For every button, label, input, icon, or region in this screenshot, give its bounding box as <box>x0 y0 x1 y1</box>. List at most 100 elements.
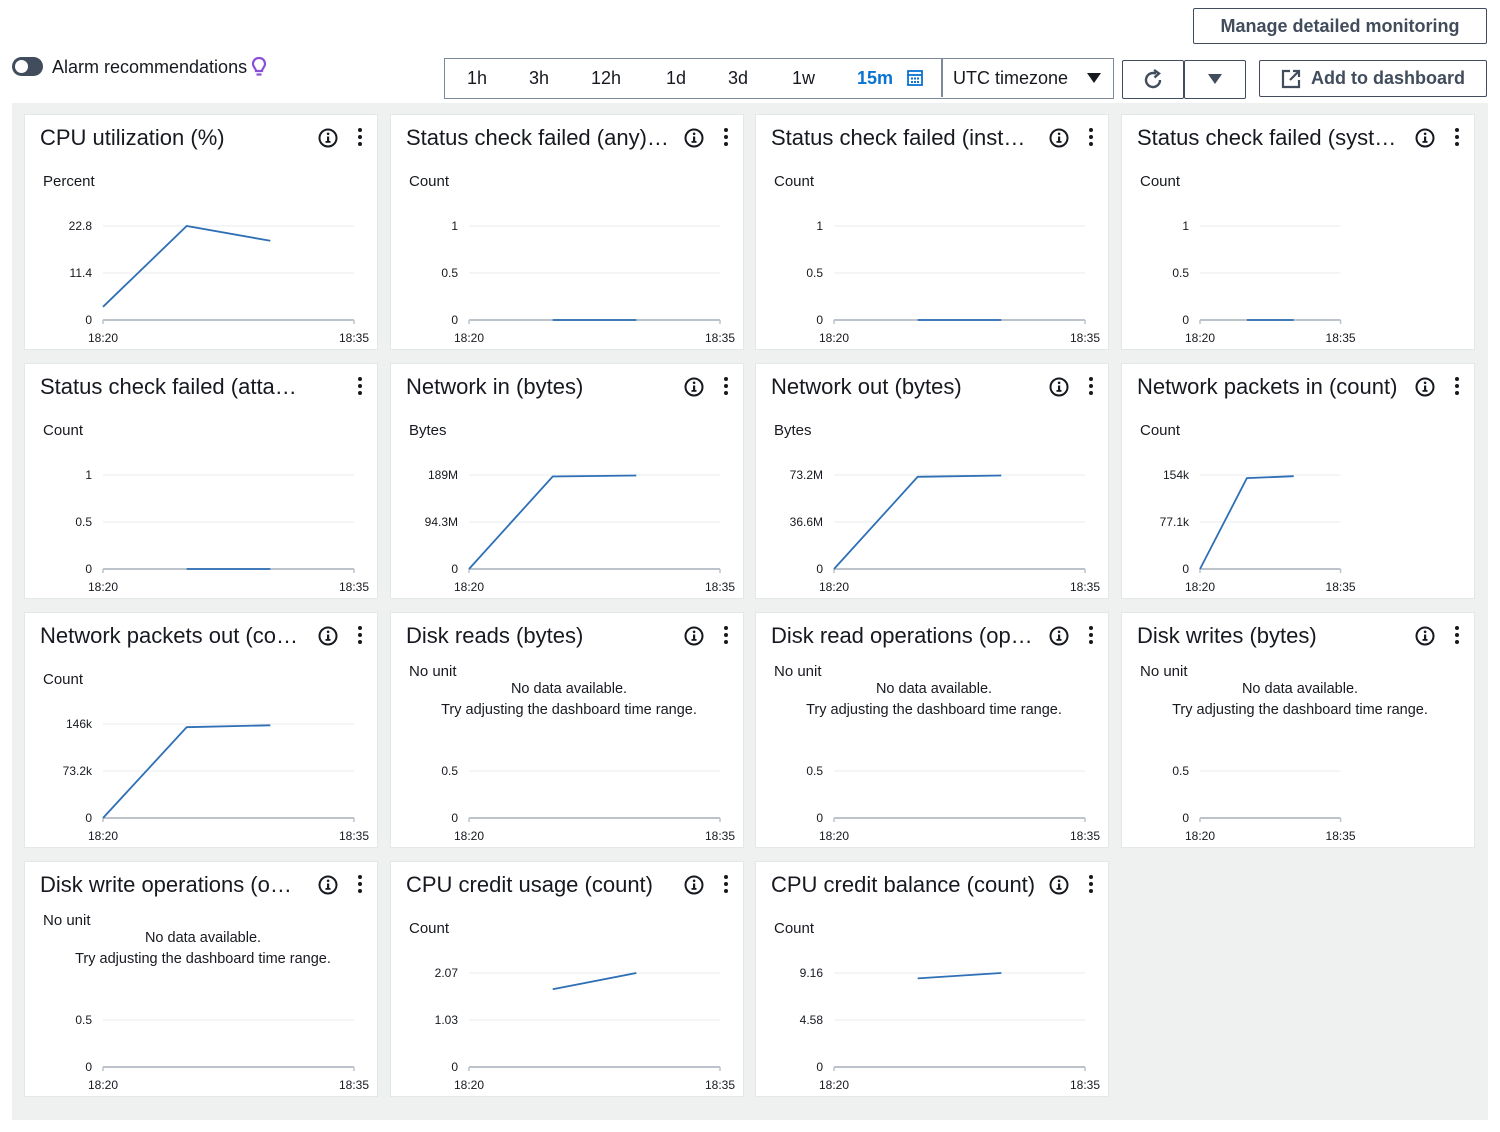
y-tick-label: 0.5 <box>1172 764 1189 778</box>
x-tick-label: 18:35 <box>339 331 369 345</box>
x-tick-label: 18:20 <box>88 331 118 345</box>
refresh-options-button[interactable] <box>1184 60 1246 99</box>
y-tick-label: 2.07 <box>435 966 459 980</box>
calendar-icon[interactable] <box>907 70 923 86</box>
y-tick-label: 36.6M <box>790 515 823 529</box>
lightbulb-icon[interactable] <box>251 56 267 78</box>
widget-grid: CPU utilization (%) Percent 22.8 11.4 0 18:20… <box>12 103 1488 1120</box>
alarm-recommendations-label: Alarm recommendations <box>52 57 248 77</box>
metric-widget: Network packets out (co… Count 146k 73.2k 0 1… <box>24 612 378 848</box>
x-tick-label: 18:20 <box>88 829 118 843</box>
x-tick-label: 18:20 <box>1185 580 1215 594</box>
add-to-dashboard-button[interactable]: Add to dashboard <box>1259 60 1487 97</box>
add-to-dashboard-label: Add to dashboard <box>1311 68 1465 88</box>
no-data-line: No data available. <box>875 681 993 697</box>
metric-widget: CPU credit usage (count) Count 2.07 1.03 0 18… <box>390 861 744 1097</box>
line-chart: 1 0.5 0 18:20 18:35 <box>441 219 735 345</box>
x-tick-label: 18:20 <box>88 1078 118 1092</box>
metric-widget: Disk read operations (op… No unit 0.5 0 18:2… <box>755 612 1109 848</box>
no-data-hint: Try adjusting the dashboard time range. <box>1172 702 1428 718</box>
series-line <box>102 225 271 308</box>
line-chart: 22.8 11.4 0 18:20 18:35 <box>69 219 370 345</box>
x-tick-label: 18:35 <box>705 580 735 594</box>
alarm-recommendations-toggle[interactable] <box>12 57 43 76</box>
y-tick-label: 0 <box>816 811 823 825</box>
x-tick-label: 18:35 <box>1070 1078 1100 1092</box>
y-tick-label: 1 <box>1182 219 1189 233</box>
metric-widget: Network out (bytes) Bytes 73.2M 36.6M 0 18:20… <box>755 363 1109 599</box>
y-tick-label: 9.16 <box>800 966 824 980</box>
no-data-message: No data available. Try adjusting the dash… <box>25 928 379 970</box>
y-tick-label: 0 <box>816 1060 823 1074</box>
line-chart: 1 0.5 0 18:20 18:35 <box>1172 219 1356 345</box>
y-tick-label: 0 <box>85 811 92 825</box>
y-tick-label: 4.58 <box>800 1013 824 1027</box>
y-tick-label: 0.5 <box>806 764 823 778</box>
time-range-1h[interactable]: 1h <box>467 59 487 97</box>
metric-widget: Network packets in (count) Count 154k 77.1k… <box>1121 363 1475 599</box>
refresh-button[interactable] <box>1122 60 1184 99</box>
line-chart: 2.07 1.03 0 18:20 18:35 <box>435 966 736 1092</box>
x-tick-label: 18:35 <box>339 829 369 843</box>
metric-widget: Disk reads (bytes) No unit 0.5 0 18:20 18:35 N… <box>390 612 744 848</box>
y-tick-label: 77.1k <box>1160 515 1190 529</box>
caret-down-icon[interactable] <box>1087 73 1101 84</box>
y-tick-label: 146k <box>66 717 93 731</box>
y-tick-label: 0 <box>451 313 458 327</box>
x-tick-label: 18:20 <box>1185 829 1215 843</box>
time-range-3h[interactable]: 3h <box>529 59 549 97</box>
time-range-1d[interactable]: 1d <box>666 59 686 97</box>
series-line <box>102 724 271 819</box>
line-chart: 146k 73.2k 0 18:20 18:35 <box>63 717 370 843</box>
y-tick-label: 0.5 <box>75 1013 92 1027</box>
y-tick-label: 0 <box>85 1060 92 1074</box>
metric-widget: Disk writes (bytes) No unit 0.5 0 18:20 18:35… <box>1121 612 1475 848</box>
y-tick-label: 0.5 <box>441 266 458 280</box>
no-data-hint: Try adjusting the dashboard time range. <box>441 702 697 718</box>
divider <box>941 59 943 97</box>
timezone-select[interactable]: UTC timezone <box>953 59 1068 97</box>
y-tick-label: 0 <box>451 1060 458 1074</box>
metric-widget: Status check failed (atta… Count 1 0.5 0 18:2… <box>24 363 378 599</box>
x-tick-label: 18:35 <box>1326 829 1356 843</box>
line-chart: 0.5 0 18:20 18:35 <box>1172 764 1356 843</box>
x-tick-label: 18:35 <box>1070 331 1100 345</box>
series-line <box>1199 475 1294 570</box>
line-chart: 1 0.5 0 18:20 18:35 <box>806 219 1100 345</box>
y-tick-label: 1 <box>451 219 458 233</box>
y-tick-label: 73.2M <box>790 468 823 482</box>
line-chart: 0.5 0 18:20 18:35 <box>75 1013 369 1092</box>
series-line <box>917 972 1002 980</box>
time-range-1w[interactable]: 1w <box>792 59 815 97</box>
y-tick-label: 11.4 <box>70 266 93 280</box>
no-data-line: No data available. <box>1241 681 1359 697</box>
metric-widget: CPU utilization (%) Percent 22.8 11.4 0 18:20… <box>24 114 378 350</box>
y-tick-label: 0 <box>1182 562 1189 576</box>
x-tick-label: 18:20 <box>88 580 118 594</box>
line-chart: 189M 94.3M 0 18:20 18:35 <box>425 468 736 594</box>
x-tick-label: 18:35 <box>705 829 735 843</box>
time-range-12h[interactable]: 12h <box>591 59 621 97</box>
no-data-message: No data available. Try adjusting the dash… <box>756 679 1110 721</box>
toggle-knob <box>15 60 28 73</box>
y-tick-label: 0 <box>85 313 92 327</box>
y-tick-label: 0.5 <box>75 515 92 529</box>
y-tick-label: 0 <box>451 562 458 576</box>
x-tick-label: 18:20 <box>454 1078 484 1092</box>
series-line <box>552 972 637 991</box>
x-tick-label: 18:20 <box>819 331 849 345</box>
y-tick-label: 0.5 <box>1172 266 1189 280</box>
manage-detailed-monitoring-button[interactable]: Manage detailed monitoring <box>1193 8 1487 44</box>
refresh-icon <box>1144 68 1162 88</box>
caret-down-icon <box>1208 74 1222 84</box>
no-data-line: No data available. <box>510 681 628 697</box>
external-link-icon <box>1281 69 1301 88</box>
x-tick-label: 18:35 <box>705 331 735 345</box>
time-range-3d[interactable]: 3d <box>728 59 748 97</box>
y-tick-label: 154k <box>1163 468 1190 482</box>
line-chart: 0.5 0 18:20 18:35 <box>806 764 1100 843</box>
y-tick-label: 0.5 <box>441 764 458 778</box>
no-data-message: No data available. Try adjusting the dash… <box>1122 679 1476 721</box>
x-tick-label: 18:35 <box>1070 829 1100 843</box>
time-range-15m[interactable]: 15m <box>857 59 893 97</box>
